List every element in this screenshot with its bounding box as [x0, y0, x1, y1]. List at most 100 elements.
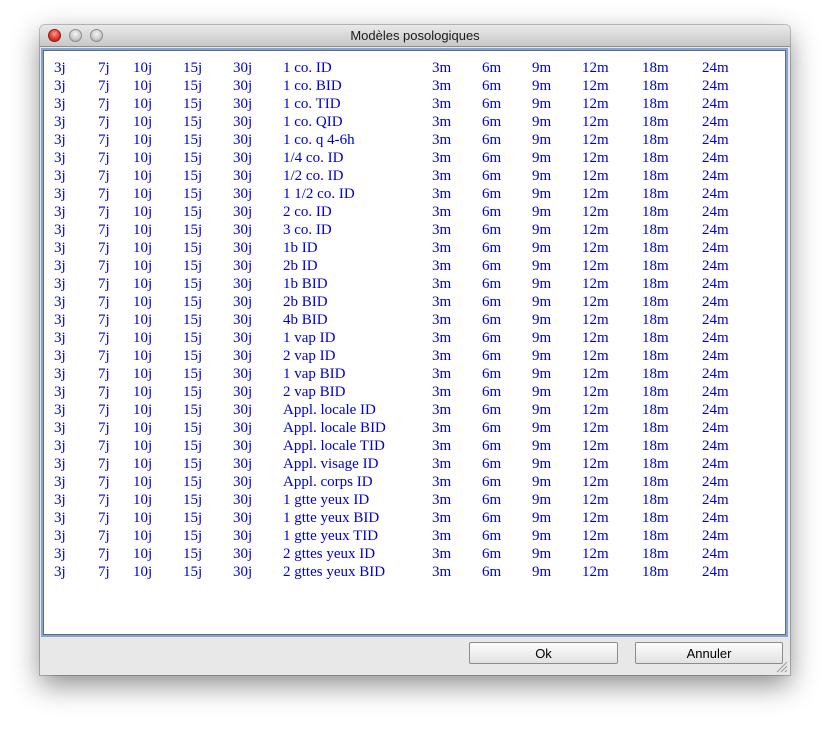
duration-months-cell[interactable]: 18m [642, 383, 669, 401]
duration-days-cell[interactable]: 3j [54, 329, 66, 347]
duration-months-cell[interactable]: 18m [642, 293, 669, 311]
posology-label-cell[interactable]: 1 gtte yeux ID [283, 491, 369, 509]
duration-days-cell[interactable]: 3j [54, 383, 66, 401]
duration-months-cell[interactable]: 6m [482, 239, 501, 257]
duration-months-cell[interactable]: 6m [482, 203, 501, 221]
duration-months-cell[interactable]: 6m [482, 383, 501, 401]
duration-days-cell[interactable]: 3j [54, 365, 66, 383]
duration-months-cell[interactable]: 3m [432, 419, 451, 437]
duration-months-cell[interactable]: 24m [702, 545, 729, 563]
duration-months-cell[interactable]: 12m [582, 329, 609, 347]
duration-months-cell[interactable]: 3m [432, 365, 451, 383]
duration-months-cell[interactable]: 12m [582, 221, 609, 239]
duration-days-cell[interactable]: 7j [98, 149, 110, 167]
duration-months-cell[interactable]: 6m [482, 563, 501, 581]
duration-months-cell[interactable]: 24m [702, 77, 729, 95]
duration-days-cell[interactable]: 3j [54, 347, 66, 365]
duration-days-cell[interactable]: 15j [183, 203, 202, 221]
duration-months-cell[interactable]: 9m [532, 527, 551, 545]
duration-days-cell[interactable]: 3j [54, 221, 66, 239]
duration-days-cell[interactable]: 10j [133, 113, 152, 131]
duration-months-cell[interactable]: 6m [482, 131, 501, 149]
duration-days-cell[interactable]: 10j [133, 77, 152, 95]
duration-months-cell[interactable]: 3m [432, 95, 451, 113]
duration-days-cell[interactable]: 15j [183, 167, 202, 185]
duration-months-cell[interactable]: 12m [582, 563, 609, 581]
duration-days-cell[interactable]: 3j [54, 437, 66, 455]
duration-days-cell[interactable]: 15j [183, 545, 202, 563]
duration-months-cell[interactable]: 24m [702, 437, 729, 455]
duration-days-cell[interactable]: 30j [233, 275, 252, 293]
duration-months-cell[interactable]: 24m [702, 365, 729, 383]
duration-months-cell[interactable]: 3m [432, 149, 451, 167]
duration-months-cell[interactable]: 6m [482, 167, 501, 185]
list-row[interactable]: 3j 7j 10j 15j 30j 2b ID 3m 6m 9m 12m 18m 24m [44, 257, 785, 275]
duration-months-cell[interactable]: 12m [582, 203, 609, 221]
duration-months-cell[interactable]: 9m [532, 239, 551, 257]
duration-months-cell[interactable]: 6m [482, 347, 501, 365]
duration-months-cell[interactable]: 6m [482, 113, 501, 131]
duration-months-cell[interactable]: 12m [582, 257, 609, 275]
duration-months-cell[interactable]: 6m [482, 293, 501, 311]
duration-months-cell[interactable]: 3m [432, 59, 451, 77]
duration-days-cell[interactable]: 15j [183, 257, 202, 275]
duration-months-cell[interactable]: 3m [432, 491, 451, 509]
duration-days-cell[interactable]: 10j [133, 509, 152, 527]
duration-months-cell[interactable]: 6m [482, 329, 501, 347]
duration-months-cell[interactable]: 9m [532, 311, 551, 329]
duration-months-cell[interactable]: 9m [532, 401, 551, 419]
posology-label-cell[interactable]: 2 co. ID [283, 203, 332, 221]
duration-days-cell[interactable]: 7j [98, 437, 110, 455]
duration-days-cell[interactable]: 7j [98, 491, 110, 509]
posology-label-cell[interactable]: Appl. locale TID [283, 437, 385, 455]
duration-months-cell[interactable]: 18m [642, 527, 669, 545]
duration-months-cell[interactable]: 9m [532, 257, 551, 275]
duration-months-cell[interactable]: 12m [582, 185, 609, 203]
duration-days-cell[interactable]: 3j [54, 203, 66, 221]
duration-days-cell[interactable]: 3j [54, 455, 66, 473]
duration-months-cell[interactable]: 6m [482, 419, 501, 437]
duration-months-cell[interactable]: 9m [532, 545, 551, 563]
duration-days-cell[interactable]: 3j [54, 473, 66, 491]
duration-months-cell[interactable]: 24m [702, 347, 729, 365]
duration-days-cell[interactable]: 15j [183, 311, 202, 329]
list-row[interactable]: 3j 7j 10j 15j 30j Appl. locale ID 3m 6m 9m 12m 18m… [44, 401, 785, 419]
duration-days-cell[interactable]: 7j [98, 131, 110, 149]
duration-days-cell[interactable]: 30j [233, 293, 252, 311]
duration-months-cell[interactable]: 9m [532, 491, 551, 509]
duration-months-cell[interactable]: 6m [482, 77, 501, 95]
duration-months-cell[interactable]: 18m [642, 455, 669, 473]
list-row[interactable]: 3j 7j 10j 15j 30j 1b ID 3m 6m 9m 12m 18m 24m [44, 239, 785, 257]
duration-days-cell[interactable]: 30j [233, 563, 252, 581]
duration-months-cell[interactable]: 18m [642, 257, 669, 275]
duration-months-cell[interactable]: 24m [702, 383, 729, 401]
list-row[interactable]: 3j 7j 10j 15j 30j 1 co. TID 3m 6m 9m 12m 18m 24m [44, 95, 785, 113]
duration-days-cell[interactable]: 30j [233, 113, 252, 131]
duration-months-cell[interactable]: 9m [532, 329, 551, 347]
duration-months-cell[interactable]: 3m [432, 509, 451, 527]
duration-months-cell[interactable]: 12m [582, 293, 609, 311]
duration-months-cell[interactable]: 6m [482, 149, 501, 167]
list-row[interactable]: 3j 7j 10j 15j 30j 1 co. q 4-6h 3m 6m 9m 12m 18m 24m [44, 131, 785, 149]
duration-days-cell[interactable]: 7j [98, 311, 110, 329]
duration-days-cell[interactable]: 10j [133, 167, 152, 185]
duration-days-cell[interactable]: 7j [98, 167, 110, 185]
duration-months-cell[interactable]: 18m [642, 473, 669, 491]
duration-days-cell[interactable]: 30j [233, 455, 252, 473]
duration-days-cell[interactable]: 10j [133, 347, 152, 365]
duration-days-cell[interactable]: 15j [183, 527, 202, 545]
posology-label-cell[interactable]: 1 co. BID [283, 77, 342, 95]
duration-days-cell[interactable]: 10j [133, 491, 152, 509]
duration-months-cell[interactable]: 3m [432, 203, 451, 221]
list-row[interactable]: 3j 7j 10j 15j 30j Appl. visage ID 3m 6m 9m 12m 18m… [44, 455, 785, 473]
duration-months-cell[interactable]: 12m [582, 275, 609, 293]
duration-days-cell[interactable]: 7j [98, 545, 110, 563]
posology-label-cell[interactable]: 1 co. QID [283, 113, 343, 131]
duration-months-cell[interactable]: 18m [642, 239, 669, 257]
duration-months-cell[interactable]: 24m [702, 95, 729, 113]
duration-days-cell[interactable]: 7j [98, 203, 110, 221]
duration-days-cell[interactable]: 15j [183, 95, 202, 113]
duration-months-cell[interactable]: 12m [582, 149, 609, 167]
posology-label-cell[interactable]: 2 vap BID [283, 383, 346, 401]
duration-days-cell[interactable]: 30j [233, 347, 252, 365]
